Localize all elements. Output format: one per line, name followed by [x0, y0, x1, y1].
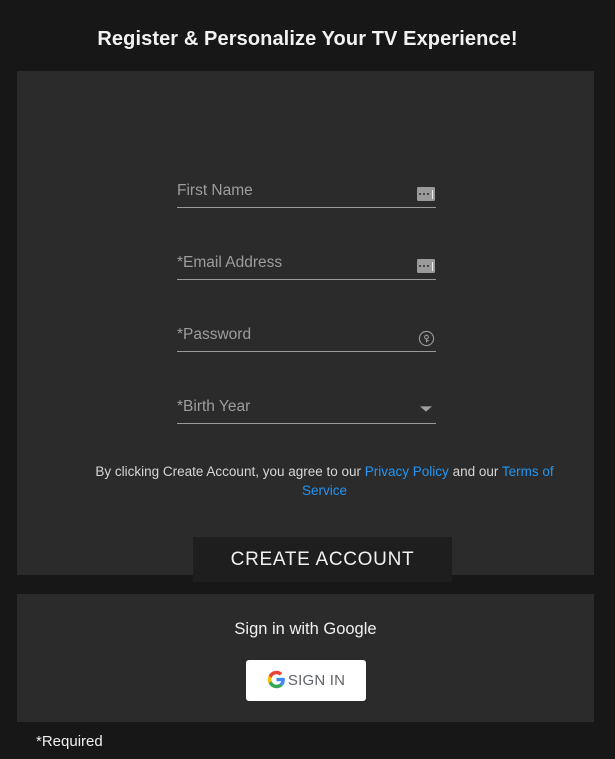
create-account-button[interactable]: CREATE ACCOUNT	[193, 537, 452, 582]
google-signin-label: SIGN IN	[287, 672, 346, 689]
terms-text: By clicking Create Account, you agree to…	[77, 462, 572, 500]
google-signin-button[interactable]: SIGN IN	[246, 660, 366, 701]
registration-card: By clicking Create Account, you agree to…	[17, 71, 594, 628]
google-caption: Sign in with Google	[234, 620, 377, 638]
password-field[interactable]	[177, 318, 436, 352]
field-underline	[177, 351, 436, 352]
terms-middle: and our	[448, 464, 502, 479]
page-title: Register & Personalize Your TV Experienc…	[97, 28, 518, 50]
password-input[interactable]	[177, 326, 402, 344]
first-name-input[interactable]	[177, 182, 402, 200]
google-signin-card: Sign in with Google SIGN IN	[17, 594, 594, 722]
autofill-icon[interactable]	[416, 185, 436, 203]
autofill-icon[interactable]	[416, 257, 436, 275]
birth-year-select[interactable]	[177, 398, 402, 416]
field-underline	[177, 423, 436, 424]
terms-lead: By clicking Create Account, you agree to…	[95, 464, 365, 479]
chevron-down-icon[interactable]	[416, 401, 436, 419]
key-icon[interactable]	[416, 329, 436, 347]
google-g-icon	[267, 670, 286, 692]
registration-screen: Register & Personalize Your TV Experienc…	[0, 0, 615, 759]
email-address-input[interactable]	[177, 254, 402, 272]
required-note: *Required	[36, 733, 103, 750]
field-underline	[177, 207, 436, 208]
email-address-field[interactable]	[177, 246, 436, 280]
privacy-policy-link[interactable]: Privacy Policy	[365, 464, 449, 479]
first-name-field[interactable]	[177, 174, 436, 208]
field-underline	[177, 279, 436, 280]
birth-year-field[interactable]	[177, 390, 436, 424]
